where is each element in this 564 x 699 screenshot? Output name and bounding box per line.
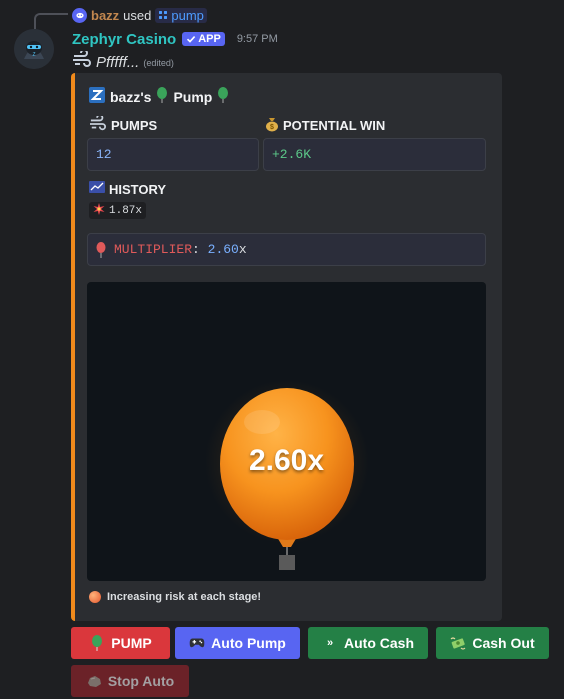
embed-title: bazz's Pump [89, 87, 229, 106]
history-label-text: HISTORY [109, 182, 167, 197]
pump-button-label: PUMP [111, 635, 152, 651]
stop-auto-button[interactable]: Stop Auto [71, 665, 189, 697]
slash-command[interactable]: pump [155, 7, 207, 23]
reply-used-text: used [123, 7, 152, 23]
multiplier-value: 2.60 [207, 242, 239, 257]
dash-wind-icon [72, 49, 92, 74]
svg-text:Z: Z [32, 52, 35, 58]
pump-button[interactable]: PUMP [71, 627, 170, 659]
pumps-field-label: PUMPS [89, 114, 158, 135]
timestamp: 9:57 PM [236, 33, 278, 45]
reply-username[interactable]: bazz [91, 8, 119, 23]
game-controller-icon [189, 635, 205, 651]
potential-win-value: +2.6K [272, 147, 312, 162]
embed-title-user: bazz's [110, 88, 152, 105]
balloon-icon [156, 87, 168, 106]
app-badge-label: APP [198, 33, 221, 45]
money-bag-icon: $ [265, 116, 279, 135]
svg-text:$: $ [270, 124, 274, 131]
fast-forward-icon: » [326, 637, 334, 649]
history-value: 1.87x [109, 204, 143, 217]
balloon-game-image: 2.60x [87, 282, 486, 581]
rock-icon [86, 673, 102, 689]
auto-cash-button[interactable]: » Auto Cash [308, 627, 428, 659]
balloon-highlight [244, 410, 280, 434]
multiplier-suffix: x [238, 242, 247, 257]
checkmark-icon [187, 36, 196, 43]
red-balloon-icon [96, 241, 106, 258]
embed-title-game: Pump [173, 88, 213, 105]
edited-label: (edited) [143, 57, 174, 68]
balloon-weight [279, 555, 295, 570]
game-embed: bazz's Pump PUMPS 12 $ POTENTIAL WIN +2.… [71, 73, 502, 621]
pumps-label-text: PUMPS [111, 118, 158, 133]
slash-command-name: pump [171, 7, 204, 23]
zzz-icon [89, 87, 105, 106]
dash-wind-icon [89, 114, 107, 135]
multiplier-box: MULTIPLIER: 2.60 x [87, 233, 486, 266]
footer-text: Increasing risk at each stage! [107, 591, 262, 603]
message-text: Pfffff... [96, 54, 140, 71]
discord-icon [72, 7, 87, 23]
chart-icon [89, 181, 105, 198]
bot-avatar[interactable]: Z [14, 29, 54, 69]
auto-pump-button[interactable]: Auto Pump [175, 627, 300, 659]
auto-pump-button-label: Auto Pump [211, 635, 286, 651]
reply-preview[interactable]: bazz used pump [72, 6, 207, 24]
bot-name[interactable]: Zephyr Casino [72, 31, 176, 48]
explosion-icon [93, 202, 105, 219]
history-field-label: HISTORY [89, 181, 166, 198]
message-header: Zephyr Casino APP 9:57 PM [72, 29, 278, 49]
command-grid-icon [159, 11, 168, 19]
stop-auto-button-label: Stop Auto [107, 673, 175, 689]
potential-win-value-box: +2.6K [263, 138, 486, 171]
app-badge: APP [182, 32, 225, 46]
pumps-value: 12 [96, 147, 112, 162]
multiplier-label: MULTIPLIER [114, 242, 193, 257]
reply-connector [34, 13, 68, 29]
message-content: Pfffff... (edited) [72, 49, 174, 74]
orange-circle-icon [89, 591, 101, 603]
history-entry: 1.87x [89, 202, 147, 219]
pumps-value-box: 12 [87, 138, 259, 171]
balloon-multiplier-text: 2.60x [248, 444, 325, 477]
cash-out-button-label: Cash Out [472, 635, 535, 651]
cash-out-button[interactable]: Cash Out [436, 627, 549, 659]
balloon-icon [217, 87, 229, 106]
potential-win-label-text: POTENTIAL WIN [283, 118, 386, 133]
potential-win-field-label: $ POTENTIAL WIN [265, 116, 385, 135]
multiplier-colon: : [192, 242, 200, 257]
balloon-icon [89, 635, 105, 651]
embed-footer: Increasing risk at each stage! [89, 591, 261, 603]
auto-cash-button-label: Auto Cash [344, 635, 414, 651]
flying-money-icon [450, 635, 466, 651]
